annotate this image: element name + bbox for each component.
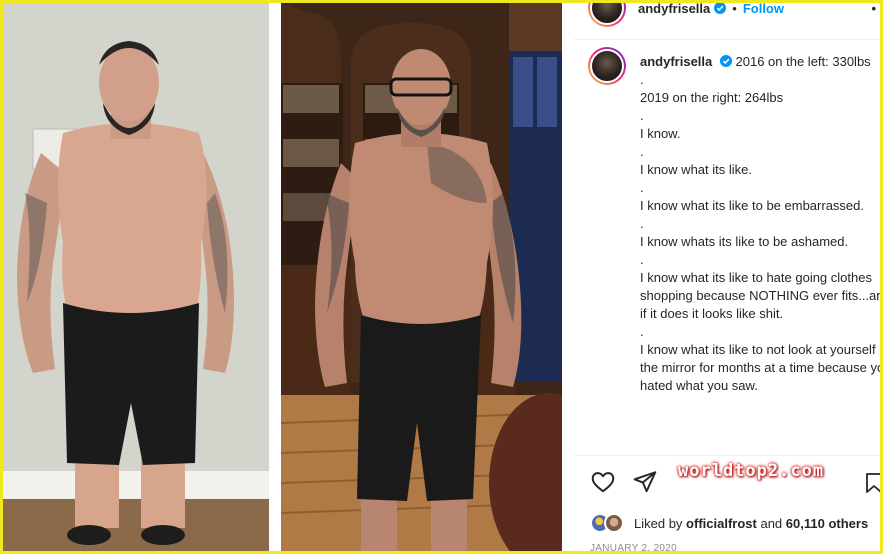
likes-middle: and — [760, 515, 783, 531]
panel-gap — [562, 3, 574, 551]
caption-line: 2019 on the right: 264lbs — [640, 90, 784, 105]
actions-divider — [574, 455, 880, 456]
caption-line: . — [640, 108, 644, 123]
caption-text: andyfrisella 2016 on the left: 330lbs . … — [640, 53, 880, 395]
post-date[interactable]: JANUARY 2, 2020 — [590, 543, 677, 551]
action-bar — [590, 469, 658, 495]
caption-line: I know. — [640, 126, 681, 141]
caption-line: . — [640, 72, 644, 87]
more-options-button[interactable]: • — [871, 3, 876, 16]
likes-prefix: Liked by — [634, 515, 683, 531]
heart-icon[interactable] — [590, 469, 616, 495]
after-photo — [281, 3, 562, 551]
post-header: andyfrisella • Follow • — [574, 3, 880, 27]
caption-line: . — [640, 180, 644, 195]
caption-line: . — [640, 216, 644, 231]
header-username[interactable]: andyfrisella — [638, 3, 710, 16]
verified-badge-icon — [714, 3, 727, 14]
caption-line: 2016 on the left: 330lbs — [735, 54, 871, 69]
header-avatar[interactable] — [588, 3, 626, 27]
follow-button[interactable]: Follow — [743, 3, 784, 16]
caption-line: . — [640, 324, 644, 339]
verified-badge-icon — [719, 55, 732, 67]
send-icon[interactable] — [632, 469, 658, 495]
watermark-text: worldtop2.com — [678, 461, 825, 481]
caption-line: I know what its like to not look at your… — [640, 342, 880, 393]
caption-line: I know what its like to be embarrassed. — [640, 198, 864, 213]
likes-summary: Liked by officialfrost and 60,110 others — [590, 513, 868, 533]
likes-count-link[interactable]: 60,110 others — [786, 516, 868, 531]
bookmark-icon[interactable] — [862, 471, 880, 495]
liker-avatar[interactable] — [604, 513, 624, 533]
likes-user-link[interactable]: officialfrost — [686, 516, 757, 531]
caption-avatar[interactable] — [588, 47, 626, 85]
caption-line: I know what its like. — [640, 162, 752, 177]
caption-username[interactable]: andyfrisella — [640, 54, 712, 69]
caption-line: I know what its like to hate going cloth… — [640, 270, 880, 321]
photo-divider — [269, 3, 281, 551]
liker-avatars[interactable] — [590, 513, 628, 533]
before-photo — [3, 3, 269, 551]
caption-line: I know whats its like to be ashamed. — [640, 234, 849, 249]
caption-line: . — [640, 252, 644, 267]
header-separator: • — [732, 3, 737, 16]
header-divider — [574, 39, 880, 40]
caption-line: . — [640, 144, 644, 159]
